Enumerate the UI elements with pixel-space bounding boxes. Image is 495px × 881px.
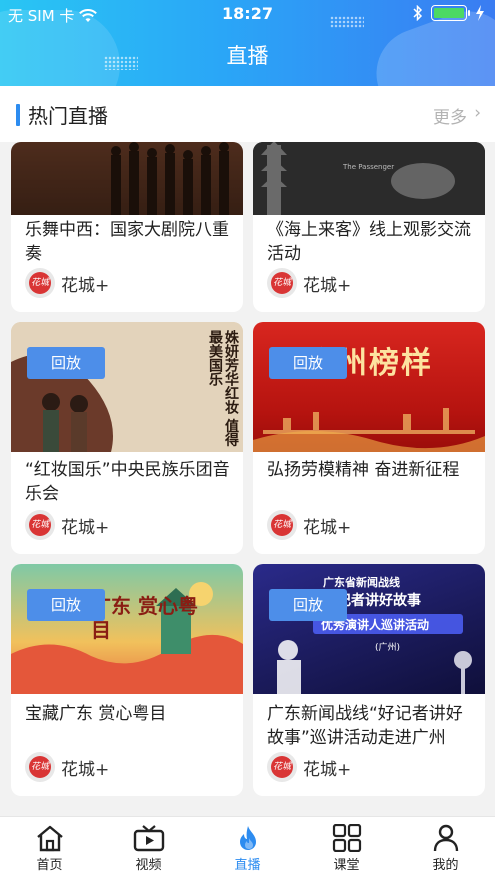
poster-line: 广东省新闻战线: [323, 576, 400, 589]
card-source: 花城 花城+: [25, 510, 109, 540]
tab-label: 视频: [135, 858, 162, 873]
poster-text: 姝妍芳华红妆 值得最美国乐: [207, 330, 239, 447]
card-source: 花城 花城+: [25, 268, 109, 298]
card-title: “红妆国乐”中央民族乐团音乐会: [25, 460, 230, 504]
card-thumbnail: The Passenger: [253, 142, 485, 215]
tab-label: 首页: [36, 858, 63, 873]
status-bar: 无 SIM 卡 18:27: [0, 0, 495, 28]
source-name: 花城+: [303, 275, 352, 296]
page-title: 直播: [226, 44, 269, 68]
card-title: 弘扬劳模精神 奋进新征程: [267, 460, 460, 480]
huacheng-logo-icon: 花城: [25, 752, 55, 782]
source-name: 花城+: [61, 759, 110, 780]
huacheng-logo-icon: 花城: [25, 268, 55, 298]
replay-badge: 回放: [269, 589, 347, 621]
section-title: 热门直播: [28, 104, 108, 128]
section-accent-bar: [16, 104, 20, 126]
octet-performers-image: [11, 142, 243, 215]
more-link[interactable]: 更多: [433, 103, 467, 128]
charging-icon: [476, 5, 484, 21]
tab-classroom[interactable]: 课堂: [297, 817, 396, 881]
home-icon: [36, 825, 63, 852]
live-card[interactable]: The Passenger 《海上来客》线上观影交流活动 花城 花城+: [253, 142, 485, 312]
source-name: 花城+: [303, 759, 352, 780]
huacheng-logo-icon: 花城: [267, 510, 297, 540]
video-icon: [133, 825, 164, 852]
card-thumbnail: 广东省新闻战线 好记者讲好故事 优秀演讲人巡讲活动 (广州): [253, 564, 485, 694]
card-thumbnail: 广州榜样: [253, 322, 485, 452]
card-source: 花城 花城+: [267, 268, 351, 298]
card-source: 花城 花城+: [267, 510, 351, 540]
live-card[interactable]: 姝妍芳华红妆 值得最美国乐 回放 “红妆国乐”中央民族乐团音乐会 花城 花城+: [11, 322, 243, 554]
bottom-tab-bar: 首页 视频 直播 课堂 我的: [0, 816, 495, 881]
source-name: 花城+: [303, 517, 352, 538]
battery-icon: [431, 5, 470, 21]
tab-label: 课堂: [333, 858, 360, 873]
card-source: 花城 花城+: [267, 752, 351, 782]
tab-label: 我的: [432, 858, 459, 873]
live-card[interactable]: 广州榜样 回放 弘扬劳模精神 奋进新征程 花城 花城+: [253, 322, 485, 554]
pagoda-image: The Passenger: [253, 142, 485, 215]
source-name: 花城+: [61, 517, 110, 538]
bluetooth-icon: [413, 5, 423, 21]
card-title: 宝藏广东 赏心粤目: [25, 704, 167, 724]
replay-badge: 回放: [27, 589, 105, 621]
live-card[interactable]: 广东省新闻战线 好记者讲好故事 优秀演讲人巡讲活动 (广州) 回放 广东新闻战线…: [253, 564, 485, 796]
live-card[interactable]: 广东 赏心粤目 回放 宝藏广东 赏心粤目 花城 花城+: [11, 564, 243, 796]
tab-mine[interactable]: 我的: [396, 817, 495, 881]
replay-badge: 回放: [27, 347, 105, 379]
chevron-right-icon[interactable]: ›: [474, 103, 481, 123]
card-thumbnail: 姝妍芳华红妆 值得最美国乐: [11, 322, 243, 452]
grid-icon: [332, 824, 361, 852]
poster-headline: 广东 赏心粤目: [91, 594, 198, 642]
header: 无 SIM 卡 18:27 直播: [0, 0, 495, 86]
huacheng-logo-icon: 花城: [25, 510, 55, 540]
svg-text:The Passenger: The Passenger: [342, 163, 394, 171]
section-header: 热门直播 更多 ›: [0, 86, 495, 142]
poster-line: 好记者讲好故事: [323, 593, 421, 609]
tab-label: 直播: [234, 858, 261, 873]
live-card[interactable]: 乐舞中西：国家大剧院八重奏 花城 花城+: [11, 142, 243, 312]
tab-live[interactable]: 直播: [198, 817, 297, 881]
card-title: 《海上来客》线上观影交流活动: [267, 220, 471, 264]
huacheng-logo-icon: 花城: [267, 268, 297, 298]
card-thumbnail: [11, 142, 243, 215]
live-flame-icon: [239, 826, 256, 850]
poster-line: (广州): [375, 643, 401, 653]
card-title: 广东新闻战线“好记者讲好故事”巡讲活动走进广州: [267, 704, 463, 748]
card-source: 花城 花城+: [25, 752, 109, 782]
user-icon: [433, 824, 458, 852]
replay-badge: 回放: [269, 347, 347, 379]
tab-home[interactable]: 首页: [0, 817, 99, 881]
source-name: 花城+: [61, 275, 110, 296]
card-title: 乐舞中西：国家大剧院八重奏: [25, 220, 229, 264]
tab-video[interactable]: 视频: [99, 817, 198, 881]
huacheng-logo-icon: 花城: [267, 752, 297, 782]
card-thumbnail: 广东 赏心粤目: [11, 564, 243, 694]
